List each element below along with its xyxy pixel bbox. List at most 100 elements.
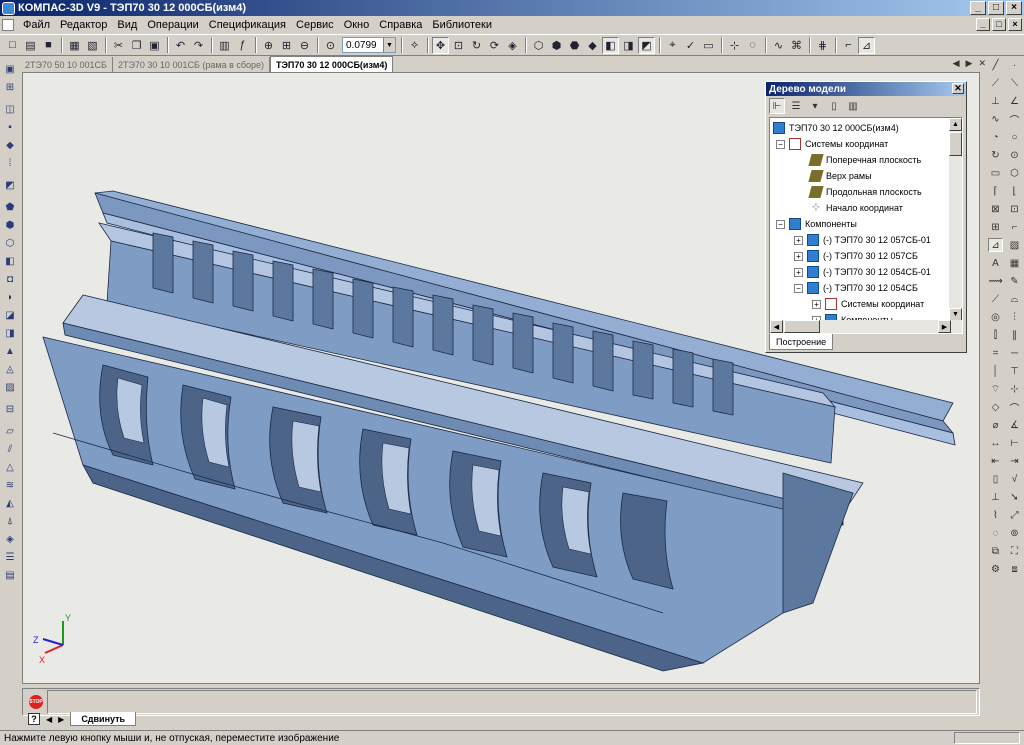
- radius-icon[interactable]: ⌒: [1007, 400, 1022, 415]
- menu-specification[interactable]: Спецификация: [204, 19, 291, 31]
- extend-icon[interactable]: ⊡: [1007, 202, 1022, 216]
- doc-minimize-button[interactable]: _: [976, 18, 990, 31]
- zoom-scale-icon[interactable]: ⊙: [322, 37, 339, 54]
- tab-pan[interactable]: Сдвинуть: [70, 712, 137, 726]
- point-tool-icon[interactable]: △: [2, 460, 18, 474]
- section-tool-icon[interactable]: ◈: [2, 532, 18, 546]
- perspective-icon[interactable]: ◈: [504, 37, 521, 54]
- print-preview-icon[interactable]: ▧: [84, 37, 101, 54]
- constraint-show-icon[interactable]: ◇: [988, 400, 1003, 414]
- segment-icon[interactable]: ⟋: [988, 76, 1003, 90]
- tree-node-root[interactable]: ТЭП70 30 12 000СБ(изм4): [773, 120, 899, 136]
- tree-filter-icon[interactable]: ▥: [845, 98, 861, 114]
- help-icon[interactable]: ?: [28, 713, 40, 725]
- angle-icon[interactable]: ∠: [1007, 94, 1022, 108]
- snap-toggle-icon[interactable]: ⊿: [858, 36, 875, 54]
- manager-icon[interactable]: ▥: [216, 37, 233, 54]
- offset-icon[interactable]: ⊞: [988, 220, 1003, 234]
- display-icon[interactable]: ▭: [700, 37, 717, 54]
- model-tree[interactable]: ТЭП70 30 12 000СБ(изм4) − Системы коорди…: [769, 117, 963, 334]
- scroll-left-icon[interactable]: ◀: [770, 320, 783, 333]
- fix-icon[interactable]: ⊤: [1007, 364, 1022, 378]
- scroll-right-icon[interactable]: ▶: [938, 320, 951, 333]
- collapse-toggle[interactable]: −: [794, 283, 803, 293]
- library-icon[interactable]: ⌘: [788, 37, 805, 54]
- redo-icon[interactable]: ↷: [190, 37, 207, 54]
- tree-node-coordinate-systems[interactable]: − Системы координат: [776, 136, 888, 152]
- snap-icon[interactable]: ◌: [744, 37, 761, 54]
- tab-document-2[interactable]: 2ТЭ70 30 10 001СБ (рама в сборе): [113, 57, 271, 72]
- menu-window[interactable]: Окно: [339, 19, 375, 31]
- sketch-icon[interactable]: ⊟: [2, 402, 18, 416]
- diameter-icon[interactable]: ⌀: [988, 418, 1003, 432]
- scroll-thumb[interactable]: [784, 320, 820, 333]
- copy-icon[interactable]: ❐: [128, 37, 145, 54]
- expand-toggle[interactable]: +: [812, 299, 821, 309]
- stop-icon[interactable]: STOP: [29, 695, 43, 709]
- coincident-icon[interactable]: ◎: [988, 310, 1003, 324]
- paste-icon[interactable]: ▣: [146, 37, 163, 54]
- zoom-in-icon[interactable]: ⊕: [260, 37, 277, 54]
- fillet-icon[interactable]: ◗: [2, 290, 18, 304]
- fit-all-icon[interactable]: ⊡: [450, 37, 467, 54]
- curve-tool-icon[interactable]: ≋: [2, 478, 18, 492]
- tree-vertical-scrollbar[interactable]: ▲ ▼: [949, 118, 962, 321]
- pan-icon[interactable]: ✥: [432, 36, 449, 54]
- cut-line-icon[interactable]: ⤢: [1007, 508, 1022, 522]
- tree-node-origin[interactable]: ⊹ Начало координат: [810, 200, 903, 216]
- linear-dim-icon[interactable]: ↔: [988, 436, 1003, 450]
- insert-image-icon[interactable]: ⛶: [1007, 544, 1022, 558]
- fillet-2d-icon[interactable]: ⌈: [988, 184, 1003, 198]
- expand-toggle[interactable]: +: [794, 251, 803, 261]
- arc-icon[interactable]: ⌒: [1007, 112, 1022, 127]
- menu-edit[interactable]: Редактор: [55, 19, 112, 31]
- ellipse-icon[interactable]: ⊙: [1007, 148, 1022, 162]
- leader-icon[interactable]: ⟿: [988, 274, 1003, 288]
- rebuild-icon[interactable]: ⟳: [486, 37, 503, 54]
- scroll-thumb[interactable]: [949, 132, 962, 156]
- tree-node-plane-top[interactable]: Верх рамы: [808, 168, 872, 184]
- horizontal-icon[interactable]: ─: [1007, 346, 1022, 360]
- tree-node-component-054[interactable]: − (-) ТЭП70 30 12 054СБ: [794, 280, 918, 296]
- tab-document-1[interactable]: 2ТЭ70 50 10 001СБ: [20, 57, 113, 72]
- macro-icon[interactable]: ⚙: [988, 562, 1003, 576]
- expand-toggle[interactable]: +: [794, 267, 803, 277]
- hole-icon[interactable]: ◘: [2, 272, 18, 286]
- mate-icon[interactable]: ◫: [2, 102, 18, 116]
- circle-icon[interactable]: ○: [1007, 130, 1022, 144]
- tree-node-component-057[interactable]: + (-) ТЭП70 30 12 057СБ: [794, 248, 918, 264]
- hatch-icon[interactable]: ▨: [1007, 238, 1022, 252]
- auxiliary-line-icon[interactable]: ⟍: [1007, 76, 1022, 90]
- rectangle-icon[interactable]: ▭: [988, 166, 1003, 180]
- tree-node-plane-longitudinal[interactable]: Продольная плоскость: [808, 184, 922, 200]
- circle-tangent-icon[interactable]: ◔: [988, 130, 1003, 144]
- perpendicular-icon[interactable]: ⊥: [988, 94, 1003, 108]
- move-component-icon[interactable]: ▪: [2, 120, 18, 134]
- sketch-arc-icon[interactable]: ⌓: [1007, 292, 1022, 306]
- polygon-icon[interactable]: ⬡: [1007, 166, 1022, 180]
- line-icon[interactable]: ╱: [988, 58, 1003, 72]
- local-view-icon[interactable]: ⊚: [1007, 526, 1022, 540]
- zoom-out-icon[interactable]: ⊖: [296, 37, 313, 54]
- tab-prev-icon[interactable]: ◀: [46, 715, 52, 724]
- symmetric-icon[interactable]: ⫿: [988, 328, 1003, 342]
- section-icon[interactable]: ◩: [638, 36, 655, 54]
- spline-icon[interactable]: ∿: [988, 112, 1003, 126]
- insert-fragment-icon[interactable]: ⧉: [988, 544, 1003, 558]
- sketch-line-icon[interactable]: ⟋: [988, 292, 1003, 306]
- view-arrow-icon[interactable]: ➘: [1007, 490, 1022, 504]
- thin-hidden-icon[interactable]: ⬣: [566, 37, 583, 54]
- document-icon[interactable]: [2, 19, 14, 31]
- doc-close-button[interactable]: ×: [1008, 18, 1022, 31]
- add-component-icon[interactable]: ⊞: [2, 80, 18, 94]
- local-cs-icon[interactable]: ⌐: [840, 37, 857, 54]
- baseline-dim-icon[interactable]: ⇥: [1007, 454, 1022, 468]
- break-line-icon[interactable]: ⌇: [988, 508, 1003, 522]
- open-folder-icon[interactable]: ▤: [22, 37, 39, 54]
- tree-props-icon[interactable]: ▯: [826, 98, 842, 114]
- tab-close-icon[interactable]: ✕: [978, 58, 986, 69]
- halftone-edges-icon[interactable]: ◧: [602, 36, 619, 54]
- loft-icon[interactable]: ⬡: [2, 236, 18, 250]
- grid-icon[interactable]: ⊹: [726, 37, 743, 54]
- tab-document-3[interactable]: ТЭП70 30 12 000СБ(изм4): [270, 56, 394, 72]
